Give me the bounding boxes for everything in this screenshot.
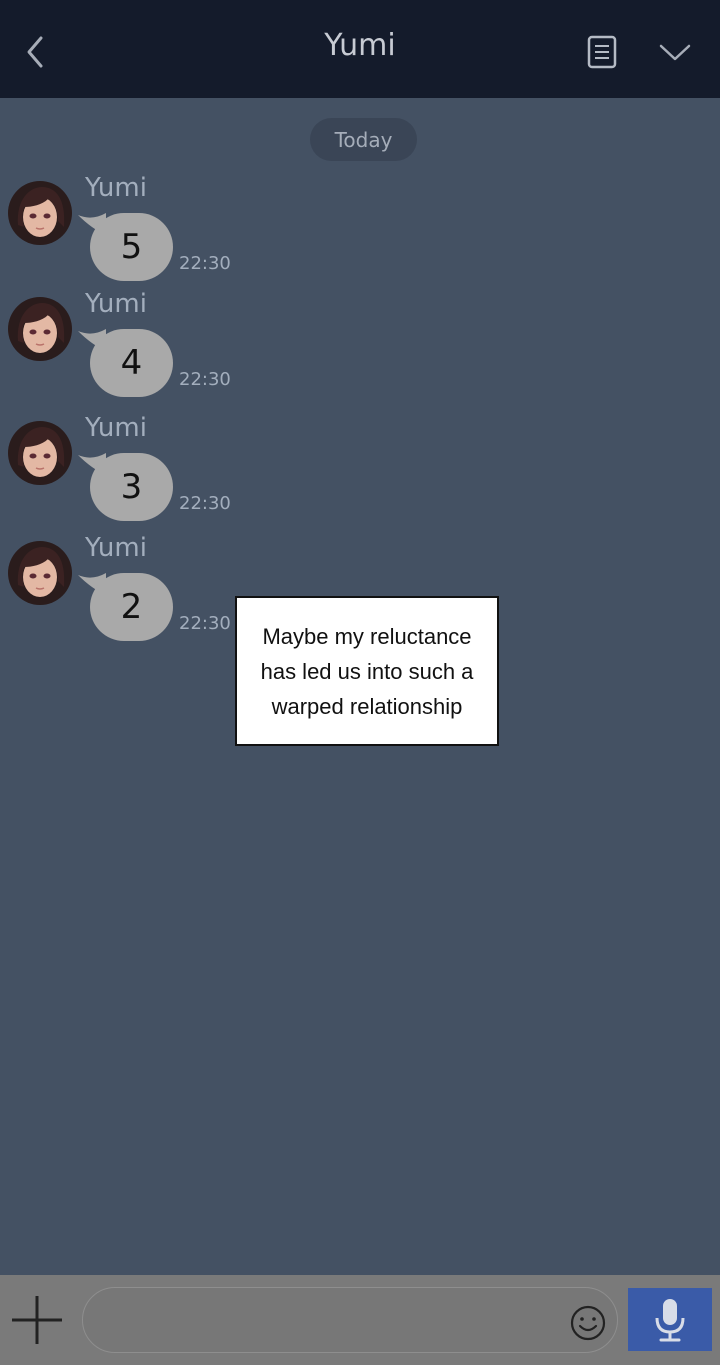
sender-name: Yumi	[85, 289, 147, 319]
sender-name: Yumi	[85, 533, 147, 563]
narration-caption: Maybe my reluctance has led us into such…	[235, 596, 499, 746]
message-time: 22:30	[179, 253, 231, 274]
voice-message-button[interactable]	[628, 1288, 712, 1351]
chevron-left-icon	[27, 36, 43, 68]
avatar[interactable]	[8, 181, 72, 245]
sender-name: Yumi	[85, 173, 147, 203]
avatar-portrait-icon	[8, 181, 72, 245]
microphone-icon	[655, 1299, 685, 1342]
notes-button[interactable]	[582, 32, 622, 72]
message-time: 22:30	[179, 613, 231, 634]
message-row: Yumi 5 22:30	[0, 173, 720, 297]
avatar[interactable]	[8, 421, 72, 485]
chat-header: Yumi	[0, 0, 720, 98]
smiley-icon	[570, 1305, 606, 1341]
message-bubble[interactable]: 3	[90, 453, 173, 521]
avatar[interactable]	[8, 297, 72, 361]
message-time: 22:30	[179, 493, 231, 514]
date-divider: Today	[310, 118, 417, 161]
message-bubble[interactable]: 2	[90, 573, 173, 641]
message-row: Yumi 4 22:30	[0, 289, 720, 413]
avatar[interactable]	[8, 541, 72, 605]
message-bubble[interactable]: 5	[90, 213, 173, 281]
message-input[interactable]	[82, 1287, 618, 1353]
sender-name: Yumi	[85, 413, 147, 443]
add-attachment-button[interactable]	[8, 1292, 66, 1348]
avatar-portrait-icon	[8, 421, 72, 485]
message-row: Yumi 3 22:30	[0, 413, 720, 537]
message-time: 22:30	[179, 369, 231, 390]
plus-icon	[12, 1296, 62, 1344]
message-bubble[interactable]: 4	[90, 329, 173, 397]
back-button[interactable]	[14, 28, 58, 76]
composer-bar	[0, 1275, 720, 1365]
menu-button[interactable]	[652, 32, 698, 72]
avatar-portrait-icon	[8, 541, 72, 605]
notes-icon	[587, 35, 617, 69]
emoji-button[interactable]	[568, 1303, 608, 1343]
chevron-down-icon	[659, 44, 691, 61]
avatar-portrait-icon	[8, 297, 72, 361]
